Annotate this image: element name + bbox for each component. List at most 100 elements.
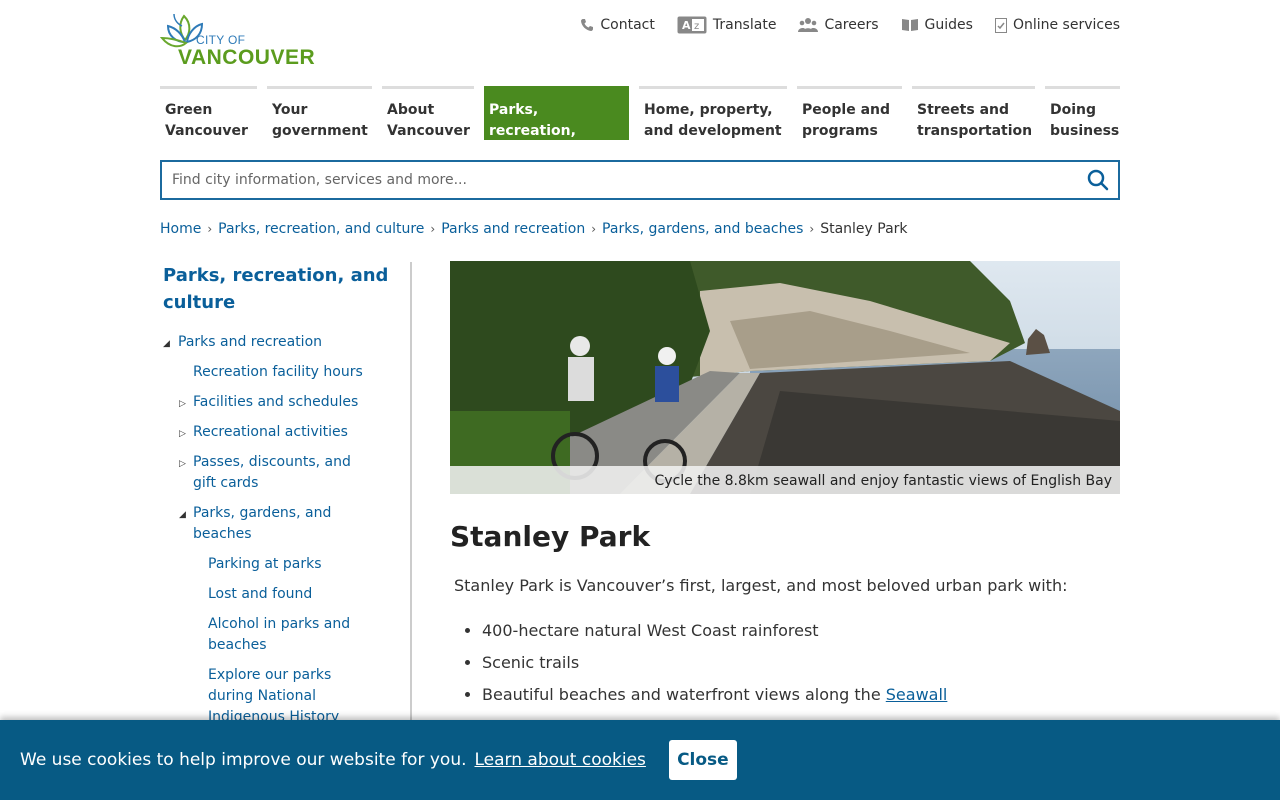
cookie-banner: We use cookies to help improve our websi… [0,720,1280,800]
list-item: Beautiful beaches and waterfront views a… [482,684,947,706]
breadcrumb-home[interactable]: Home [160,221,201,237]
careers-label: Careers [824,17,879,33]
nav-label-line1: Streets and [917,102,1010,118]
nav-label-line2: Vancouver [165,123,248,139]
nav-label-line2: Vancouver [387,123,470,139]
nav-label-line2: business [1050,123,1120,139]
sidebar-item-activities[interactable]: ▷ Recreational activities [160,422,370,443]
nav-label-line1: Home, property, [644,102,773,118]
nav-label-line1: Green [165,102,213,118]
sidebar-item-parking[interactable]: Parking at parks [160,554,360,575]
sidebar-item-alcohol[interactable]: Alcohol in parks and beaches [160,614,360,656]
breadcrumb-parks-recreation-culture[interactable]: Parks, recreation, and culture [218,221,424,237]
nav-label-line1: About [387,102,435,118]
triangle-right-icon[interactable]: ▷ [179,424,186,445]
cookie-message: We use cookies to help improve our websi… [20,750,467,770]
nav-label-line2: transportation [917,123,1033,139]
triangle-right-icon[interactable]: ▷ [179,454,186,475]
triangle-right-icon[interactable]: ▷ [179,394,186,415]
nav-green-vancouver[interactable]: Green Vancouver [160,86,257,140]
sidebar-item-parks-recreation[interactable]: ◢ Parks and recreation [160,332,410,353]
search-input[interactable] [162,162,1078,198]
breadcrumb-parks-recreation[interactable]: Parks and recreation [441,221,585,237]
nav-label-line1: Parks, recreation, [489,102,576,139]
list-item-text: Beautiful beaches and waterfront views a… [482,685,881,704]
nav-label-line2: and culture [489,144,580,160]
nav-label-line1: Doing [1050,102,1097,118]
nav-about-vancouver[interactable]: About Vancouver [382,86,474,140]
nav-home-property-development[interactable]: Home, property, and development [639,86,787,140]
search-button[interactable] [1078,162,1118,198]
seawall-link[interactable]: Seawall [886,685,948,704]
hero-caption: Cycle the 8.8km seawall and enjoy fantas… [450,466,1120,494]
translate-link[interactable]: Az Translate [677,16,777,34]
contact-link[interactable]: Contact [580,16,655,34]
sidebar-item-label: Recreation facility hours [193,364,363,380]
features-list: 400-hectare natural West Coast rainfores… [482,620,947,716]
chevron-right-icon: › [809,222,815,236]
sidebar-item-label: Recreational activities [193,424,348,440]
online-services-link[interactable]: Online services [994,16,1120,34]
sidebar-title[interactable]: Parks, recreation, and culture [160,262,410,316]
cookie-close-button[interactable]: Close [668,740,737,780]
nav-people-programs[interactable]: People and programs [797,86,902,140]
main-nav: Green Vancouver Your government About Vanco… [160,86,1120,160]
page-title: Stanley Park [450,520,651,553]
section-sidebar: Parks, recreation, and culture ◢ Parks an… [160,262,412,722]
nav-label-line2: government [272,123,368,139]
nav-label-line1: Your [272,102,308,118]
sidebar-item-label: Parking at parks [208,556,322,572]
sidebar-item-facility-hours[interactable]: Recreation facility hours [160,362,370,383]
intro-text: Stanley Park is Vancouver’s first, large… [454,576,1068,595]
careers-link[interactable]: Careers [798,16,879,34]
nav-parks-recreation-culture[interactable]: Parks, recreation, and culture [484,86,629,160]
sidebar-item-passes[interactable]: ▷ Passes, discounts, and gift cards [160,452,370,494]
logo-line-2: VANCOUVER [178,46,316,69]
sidebar-item-parks-gardens-beaches[interactable]: ◢ Parks, gardens, and beaches [160,503,370,545]
logo-line-1: CITY OF [196,33,246,47]
guides-label: Guides [924,17,973,33]
list-item: 400-hectare natural West Coast rainfores… [482,620,947,642]
sidebar-item-lost-found[interactable]: Lost and found [160,584,360,605]
seawall-photo [450,261,1120,494]
sidebar-item-label: Parks and recreation [178,334,323,350]
checklist-icon [994,17,1007,33]
chevron-right-icon: › [430,222,436,236]
chevron-right-icon: › [207,222,213,236]
list-item: Scenic trails [482,652,947,674]
utility-nav: Contact Az Translate Careers Guides Onli… [580,16,1120,34]
list-item-text: 400-hectare natural West Coast rainfores… [482,621,819,640]
nav-label-line2: and development [644,123,782,139]
online-services-label: Online services [1012,17,1120,33]
triangle-down-icon[interactable]: ◢ [163,334,170,355]
sidebar-item-label: Alcohol in parks and beaches [208,616,351,653]
site-search [160,160,1120,200]
search-icon [1087,169,1109,191]
list-item-text: Scenic trails [482,653,580,672]
guides-link[interactable]: Guides [901,16,973,34]
learn-about-cookies-link[interactable]: Learn about cookies [475,750,646,770]
nav-your-government[interactable]: Your government [267,86,372,140]
book-icon [901,19,918,31]
sidebar-item-facilities[interactable]: ▷ Facilities and schedules [160,392,370,413]
sidebar-item-explore[interactable]: Explore our parks during National Indige… [160,665,360,722]
hero-image: Cycle the 8.8km seawall and enjoy fantas… [450,261,1120,494]
contact-label: Contact [600,17,655,33]
city-logo[interactable]: CITY OF VANCOUVER [160,12,315,68]
sidebar-item-label: Parks, gardens, and beaches [193,505,332,542]
breadcrumb-parks-gardens-beaches[interactable]: Parks, gardens, and beaches [602,221,803,237]
svg-text:z: z [694,21,699,32]
svg-text:A: A [682,19,691,32]
breadcrumb-current: Stanley Park [820,221,908,237]
people-icon [798,18,819,32]
triangle-down-icon[interactable]: ◢ [179,505,186,526]
translate-label: Translate [712,17,777,33]
breadcrumb: Home › Parks, recreation, and culture › … [160,221,908,237]
nav-label-line1: People and [802,102,890,118]
nav-label-line2: programs [802,123,878,139]
sidebar-item-label: Facilities and schedules [193,394,359,410]
translate-icon: Az [677,16,707,34]
phone-icon [581,19,594,31]
nav-streets-transportation[interactable]: Streets and transportation [912,86,1035,140]
nav-doing-business[interactable]: Doing business [1045,86,1120,140]
